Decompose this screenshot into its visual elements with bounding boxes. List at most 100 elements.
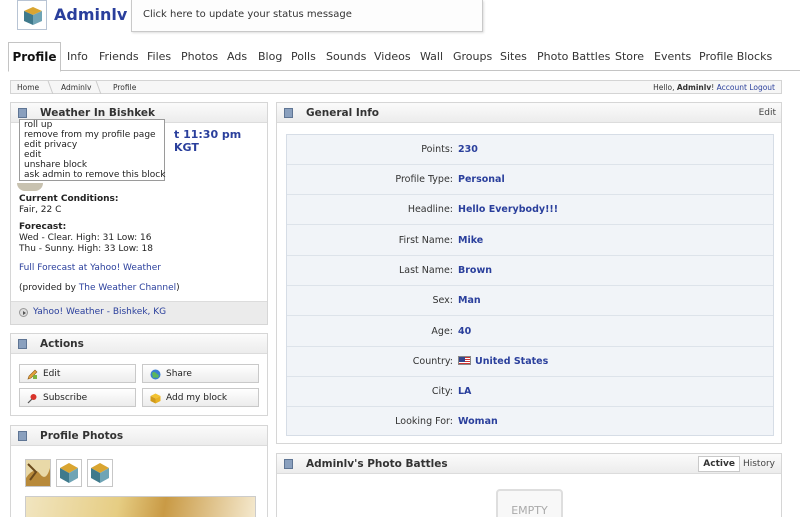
globe-icon	[150, 369, 161, 380]
general-info-block: General Info Edit Points: 230 Profile Ty…	[276, 102, 782, 444]
tab-events[interactable]: Events	[654, 50, 691, 63]
edit-general-info-link[interactable]: Edit	[759, 108, 776, 118]
greeting-user[interactable]: Adminlv	[677, 83, 711, 92]
tab-groups[interactable]: Groups	[453, 50, 492, 63]
status-message-box[interactable]: Click here to update your status message	[131, 0, 483, 32]
menu-edit[interactable]: edit	[20, 150, 164, 160]
account-links: Hello, Adminlv! Account Logout	[653, 83, 775, 92]
actions-block: Actions Edit Share Subscribe Add my bloc…	[10, 333, 268, 416]
weather-forecast-label: Forecast:	[19, 222, 67, 232]
tab-ads[interactable]: Ads	[227, 50, 247, 63]
tab-profile-blocks[interactable]: Profile Blocks	[699, 50, 772, 63]
tab-blog[interactable]: Blog	[258, 50, 282, 63]
site-name[interactable]: Adminlv	[54, 5, 127, 24]
tab-videos[interactable]: Videos	[374, 50, 411, 63]
logout-link[interactable]: Logout	[749, 83, 775, 92]
tab-active-battles[interactable]: Active	[698, 456, 740, 472]
breadcrumb-user[interactable]: Adminlv	[61, 83, 91, 92]
photo-thumb-image	[26, 460, 50, 486]
info-value: 40	[458, 326, 472, 337]
tab-store[interactable]: Store	[615, 50, 644, 63]
general-info-header[interactable]: General Info Edit	[277, 103, 781, 123]
pin-icon	[27, 394, 37, 404]
tab-files[interactable]: Files	[147, 50, 171, 63]
profile-photos-title: Profile Photos	[40, 430, 124, 442]
photo-thumb[interactable]	[87, 459, 113, 487]
tab-photo-battles[interactable]: Photo Battles	[537, 50, 610, 63]
info-label: City:	[431, 386, 453, 397]
tab-polls[interactable]: Polls	[291, 50, 316, 63]
info-row-age: Age: 40	[287, 317, 773, 347]
info-value[interactable]: Hello Everybody!!!	[458, 204, 558, 215]
menu-ask-admin-remove[interactable]: ask admin to remove this block	[20, 170, 165, 180]
photo-battles-header[interactable]: Adminlv's Photo Battles Active History	[277, 454, 781, 474]
photo-battles-block: Adminlv's Photo Battles Active History EM…	[276, 453, 782, 517]
empty-battles-placeholder: EMPTY	[496, 489, 563, 517]
share-button[interactable]: Share	[142, 364, 259, 383]
info-value: 230	[458, 144, 478, 155]
weather-time: t 11:30 pm KGT	[174, 128, 242, 154]
provided-suffix: )	[176, 283, 180, 293]
account-link[interactable]: Account	[717, 83, 747, 92]
block-icon	[284, 108, 293, 118]
profile-photos-header[interactable]: Profile Photos	[11, 426, 267, 446]
general-info-title: General Info	[306, 107, 380, 119]
share-button-label: Share	[166, 369, 192, 379]
weather-channel-link[interactable]: The Weather Channel	[79, 283, 176, 293]
info-value[interactable]: Man	[458, 295, 481, 306]
info-row-country: Country: United States	[287, 347, 773, 377]
info-value-country[interactable]: United States	[458, 356, 548, 367]
subscribe-button[interactable]: Subscribe	[19, 388, 136, 407]
main-profile-photo[interactable]	[25, 496, 256, 517]
subscribe-button-label: Subscribe	[43, 393, 88, 403]
add-my-block-button[interactable]: Add my block	[142, 388, 259, 407]
info-value[interactable]: Brown	[458, 265, 492, 276]
info-row-last-name: Last Name: Brown	[287, 256, 773, 286]
info-value[interactable]: Mike	[458, 235, 483, 246]
info-row-city: City: LA	[287, 377, 773, 407]
actions-block-header[interactable]: Actions	[11, 334, 267, 354]
tab-info[interactable]: Info	[67, 50, 88, 63]
info-row-points: Points: 230	[287, 135, 773, 165]
info-label: Profile Type:	[395, 174, 453, 185]
info-row-profile-type: Profile Type: Personal	[287, 165, 773, 195]
breadcrumb-separator	[90, 81, 102, 94]
breadcrumb-separator	[42, 81, 54, 94]
info-label: Last Name:	[398, 265, 453, 276]
weather-footer[interactable]: Yahoo! Weather - Bishkek, KG	[11, 301, 267, 324]
tab-battles-history[interactable]: History	[740, 457, 778, 471]
info-value[interactable]: LA	[458, 386, 471, 397]
tab-photos[interactable]: Photos	[181, 50, 218, 63]
info-label: Country:	[412, 356, 453, 367]
tab-profile[interactable]: Profile	[8, 42, 61, 72]
tab-wall[interactable]: Wall	[420, 50, 443, 63]
breadcrumb: Home Adminlv Profile Hello, Adminlv! Acc…	[10, 80, 782, 94]
pencil-icon	[27, 369, 38, 380]
tab-sites[interactable]: Sites	[500, 50, 527, 63]
menu-unshare-block[interactable]: unshare block	[20, 160, 164, 170]
weather-condition-icon	[17, 183, 43, 191]
menu-edit-privacy[interactable]: edit privacy	[20, 140, 164, 150]
actions-title: Actions	[40, 338, 84, 350]
tab-sounds[interactable]: Sounds	[326, 50, 366, 63]
cube-icon	[60, 463, 78, 483]
info-value[interactable]: Personal	[458, 174, 505, 185]
greeting-exclaim: !	[711, 83, 715, 92]
info-value[interactable]: Woman	[458, 416, 498, 427]
tab-friends[interactable]: Friends	[99, 50, 139, 63]
menu-remove-from-profile[interactable]: remove from my profile page	[20, 130, 164, 140]
yahoo-weather-link[interactable]: Yahoo! Weather - Bishkek, KG	[33, 307, 166, 317]
full-forecast-link[interactable]: Full Forecast at Yahoo! Weather	[19, 263, 161, 273]
edit-button-label: Edit	[43, 369, 61, 379]
greeting: Hello,	[653, 83, 675, 92]
header: Adminlv Click here to update your status…	[0, 0, 800, 40]
weather-conditions: Fair, 22 C	[19, 205, 62, 215]
block-icon	[18, 339, 27, 349]
profile-photos-block: Profile Photos	[10, 425, 268, 517]
site-logo[interactable]	[17, 0, 47, 30]
edit-button[interactable]: Edit	[19, 364, 136, 383]
photo-thumb[interactable]	[25, 459, 51, 487]
menu-roll-up[interactable]: roll up	[20, 120, 164, 130]
photo-thumb[interactable]	[56, 459, 82, 487]
breadcrumb-home[interactable]: Home	[17, 83, 39, 92]
